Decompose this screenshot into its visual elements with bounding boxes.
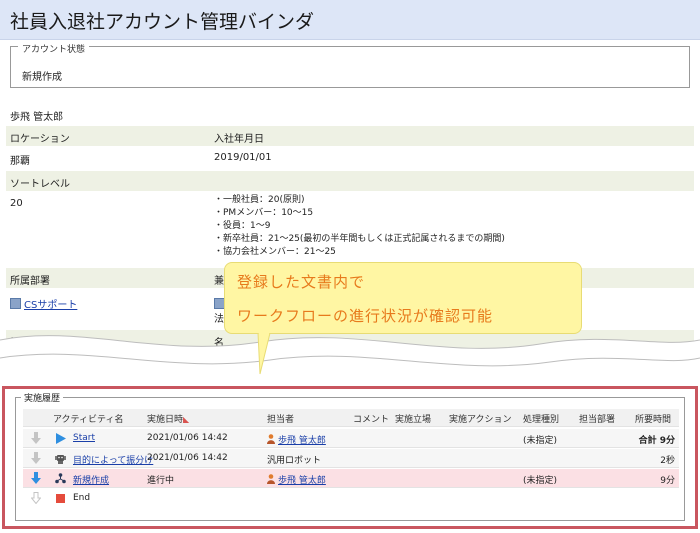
location-value: 那覇 [10,156,30,167]
col-activity-name[interactable]: アクティビティ名 [53,412,123,425]
arrow-down-icon [31,452,41,464]
col-department[interactable]: 担当部署 [579,412,615,425]
col-datetime-label: 実施日時 [147,415,184,425]
file-icon [10,298,21,309]
start-icon [56,433,66,444]
location-label: ロケーション [10,134,70,145]
activity-link[interactable]: Start [73,433,95,443]
sort-level-note: ・役員：1～9 [214,221,271,231]
sort-level-notes: ・一般社員：20(原則) ・PMメンバー：10～15 ・役員：1～9 ・新卒社員… [214,194,505,259]
history-row: Start 2021/01/06 14:42 歩飛 管太郎 (未指定) 合計 9… [23,429,679,448]
page-title: 社員入退社アカウント管理バインダ [10,11,315,33]
datetime: 2021/01/06 14:42 [147,453,228,463]
history-highlight-frame: 実施履歴 アクティビティ名 実施日時◣ 担当者 コメント 実施立場 実施アクショ… [2,386,698,529]
history-row: 目的によって振分け 2021/01/06 14:42 汎用ロボット 2秒 [23,449,679,468]
account-state-group [10,46,690,88]
hire-date-value: 2019/01/01 [214,152,272,163]
user-icon [267,474,275,484]
partial-col2-label: 兼 [214,276,224,287]
duration: 2秒 [660,456,675,466]
callout-tail [257,333,271,375]
history-row-current: 新規作成 進行中 歩飛 管太郎 (未指定) 9分 [23,469,679,488]
assignee-link[interactable]: 歩飛 管太郎 [278,476,326,486]
sort-level-value: 20 [10,198,23,209]
history-header-row: アクティビティ名 実施日時◣ 担当者 コメント 実施立場 実施アクション 処理種… [23,409,679,427]
sort-level-note: ・協力会社メンバー：21～25 [214,247,336,257]
sort-level-note: ・PMメンバー：10～15 [214,208,314,218]
col-action[interactable]: 実施アクション [449,412,512,425]
assignee-cell: 歩飛 管太郎 [267,473,326,486]
robot-icon [55,455,66,464]
department-value-cell: CSサポート [10,296,77,311]
label-row-sort-level: ソートレベル [6,171,694,191]
history-legend: 実施履歴 [21,391,64,404]
sort-asc-icon: ◣ [183,415,190,424]
activity-name: End [73,493,91,503]
end-icon [56,494,65,503]
account-state-value: 新規作成 [22,72,62,83]
col-comment[interactable]: コメント [353,412,389,425]
process-type: (未指定) [523,476,558,486]
history-row: End [23,489,679,508]
datetime: 進行中 [147,476,175,486]
sort-level-note: ・新卒社員：21～25(最初の半年間もしくは正式記属されるまでの期間) [214,234,505,244]
col-datetime[interactable]: 実施日時◣ [147,412,189,425]
assignee: 汎用ロボット [267,456,322,466]
datetime: 2021/01/06 14:42 [147,433,228,443]
col-position[interactable]: 実施立場 [395,412,431,425]
callout-line-1: 登録した文書内で [237,273,366,291]
arrow-down-icon [31,472,41,484]
assignee-link[interactable]: 歩飛 管太郎 [278,436,326,446]
activity-link[interactable]: 目的によって振分け [73,453,153,466]
account-state-legend: アカウント状態 [18,42,90,55]
task-icon [55,473,66,484]
sort-level-note: ・一般社員：20(原則) [214,195,305,205]
sort-level-label: ソートレベル [10,179,70,190]
duration: 合計 9分 [638,436,675,446]
col-assignee[interactable]: 担当者 [267,412,294,425]
callout-line-2: ワークフローの進行状況が確認可能 [237,307,494,325]
duration: 9分 [660,476,675,486]
user-name: 歩飛 管太郎 [10,112,64,123]
department-label: 所属部署 [10,276,50,287]
hire-date-label: 入社年月日 [214,134,264,145]
arrow-down-outline-icon [31,492,41,504]
user-icon [267,434,275,444]
title-bar: 社員入退社アカウント管理バインダ [0,0,700,40]
activity-link[interactable]: 新規作成 [73,473,109,486]
assignee-cell: 歩飛 管太郎 [267,433,326,446]
process-type: (未指定) [523,436,558,446]
col-process-type[interactable]: 処理種別 [523,412,559,425]
arrow-down-icon [31,432,41,444]
value-row-location: 那覇 2019/01/01 [6,148,694,168]
col-duration[interactable]: 所要時間 [635,412,671,425]
callout-box: 登録した文書内で ワークフローの進行状況が確認可能 [224,262,582,334]
department-link[interactable]: CSサポート [24,300,77,311]
label-row-location: ロケーション 入社年月日 [6,126,694,146]
